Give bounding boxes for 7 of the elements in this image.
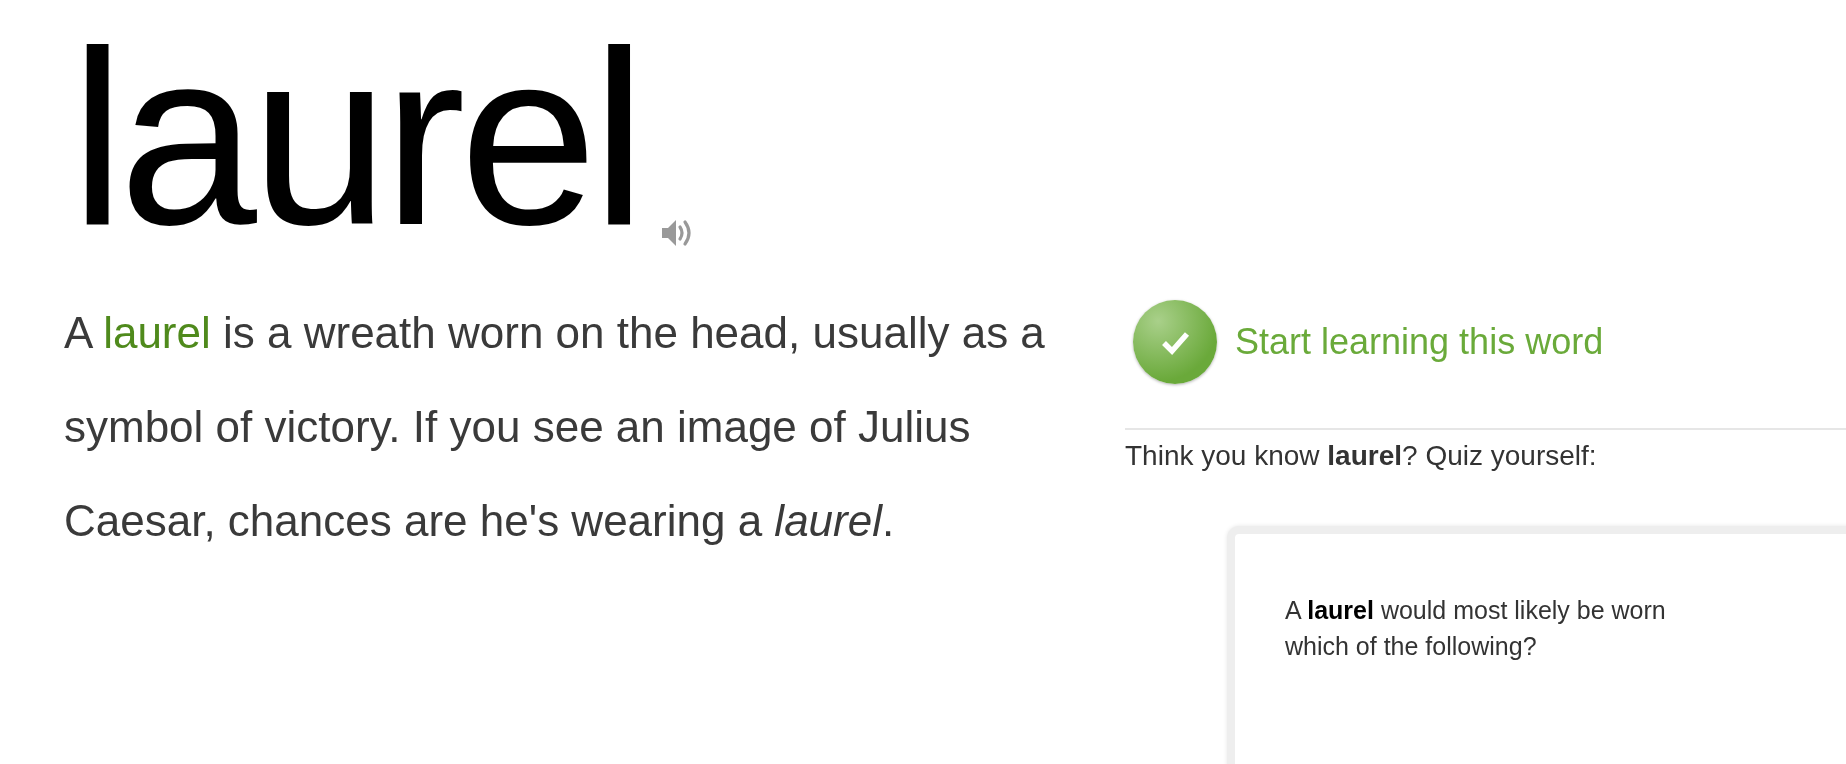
checkmark-icon	[1133, 300, 1217, 384]
quiz-prompt: Think you know laurel? Quiz yourself:	[1125, 440, 1598, 472]
start-learning-button[interactable]: Start learning this word	[1125, 300, 1604, 384]
word-title: laurel	[70, 26, 641, 250]
word-link[interactable]: laurel	[103, 308, 211, 357]
quiz-question: A laurel would most likely be worn which of the following?	[1285, 595, 1667, 662]
definition-text: A laurel is a wreath worn on the head, usually as a symbol of victory. If you see an image of Julius Caesar, chances are he's wearing a laurel.	[64, 307, 1046, 547]
